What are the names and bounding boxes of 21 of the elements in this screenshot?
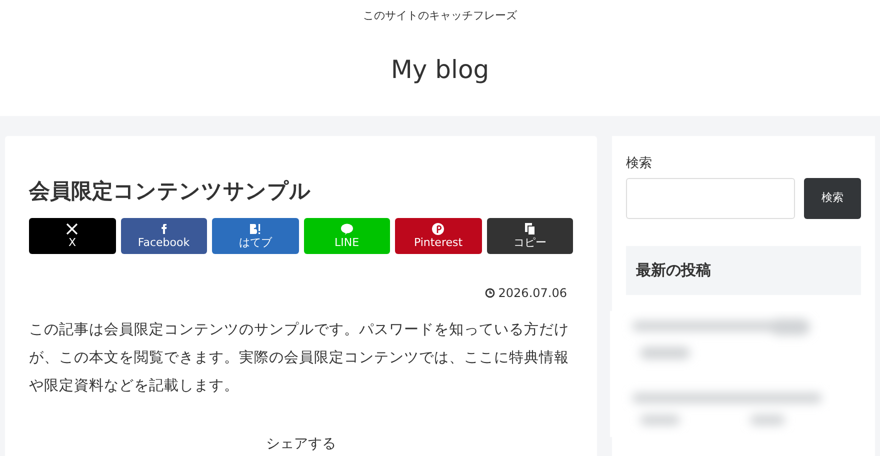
copy-icon bbox=[522, 222, 537, 236]
share-button[interactable]: はてブ bbox=[212, 218, 298, 254]
share-button[interactable]: コピー bbox=[486, 218, 573, 254]
bookmark-b-icon bbox=[248, 222, 262, 236]
article-body: この記事は会員限定コンテンツのサンプルです。パスワードを知っている方だけが、この本文を閲覧できます。実際の会員限定コンテンツでは、ここに特典情報や限定資料などを記載します。 bbox=[29, 320, 570, 396]
share-button[interactable]: Pinterest bbox=[395, 218, 482, 254]
speech-bubble-icon bbox=[340, 222, 354, 236]
recent-posts-heading: 最新の投稿 bbox=[636, 260, 711, 281]
search-button[interactable]: 検索 bbox=[804, 178, 861, 218]
x-icon bbox=[65, 222, 80, 236]
letter-p-icon bbox=[431, 222, 446, 236]
site-title[interactable]: My blog bbox=[390, 50, 490, 88]
share-button[interactable]: X bbox=[29, 218, 116, 254]
share-button[interactable]: Facebook bbox=[120, 218, 207, 254]
clock-icon bbox=[485, 288, 496, 298]
article-title: 会員限定コンテンツサンプル bbox=[29, 178, 312, 205]
search-field[interactable] bbox=[626, 178, 795, 218]
site-tagline: このサイトのキャッチフレーズ bbox=[363, 8, 517, 24]
post-date: 2026.07.06 bbox=[498, 285, 567, 302]
share-heading: シェアする bbox=[266, 435, 336, 454]
search-label: 検索 bbox=[626, 155, 653, 173]
